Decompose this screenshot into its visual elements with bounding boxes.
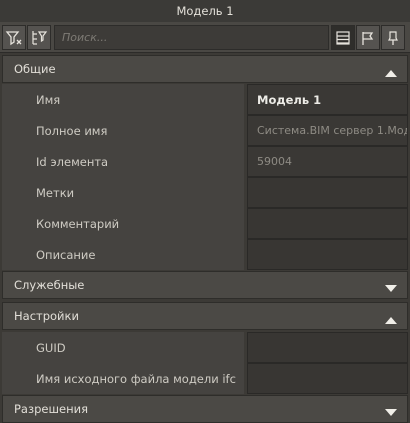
property-label: Id элемента — [36, 154, 109, 169]
section-service-header[interactable]: Служебные — [2, 271, 408, 299]
flag-button[interactable] — [356, 25, 380, 50]
property-label: Метки — [36, 185, 75, 200]
property-row-ifc-file: Имя исходного файла модели ifc — [2, 363, 408, 394]
property-row-element-id: Id элемента 59004 — [2, 146, 408, 177]
property-label: GUID — [36, 340, 66, 355]
filter-tree-icon — [30, 29, 48, 47]
property-value-full-name[interactable]: Система.BIM сервер 1.Мод — [247, 115, 408, 146]
collapse-arrow-icon — [385, 66, 397, 80]
search-field[interactable] — [54, 25, 329, 50]
property-row-full-name: Полное имя Система.BIM сервер 1.Мод — [2, 115, 408, 146]
pin-icon — [385, 30, 401, 46]
filter-icon — [5, 29, 23, 47]
property-value-guid[interactable] — [247, 332, 408, 363]
expand-arrow-icon — [385, 282, 397, 296]
section-title: Общие — [14, 62, 56, 76]
section-title: Разрешения — [14, 402, 88, 416]
search-input[interactable] — [62, 31, 328, 44]
property-value-comment[interactable] — [247, 208, 408, 239]
property-row-tags: Метки — [2, 177, 408, 208]
flag-icon — [360, 30, 376, 46]
property-label: Имя — [36, 92, 61, 107]
property-label: Комментарий — [36, 216, 120, 231]
property-value-name[interactable]: Модель 1 — [247, 84, 408, 115]
property-value-tags[interactable] — [247, 177, 408, 208]
pin-button[interactable] — [381, 25, 405, 50]
property-label: Имя исходного файла модели ifc — [36, 371, 236, 386]
section-title: Служебные — [14, 278, 85, 292]
expand-arrow-icon — [385, 406, 397, 420]
property-label: Полное имя — [36, 123, 108, 138]
property-value-element-id[interactable]: 59004 — [247, 146, 408, 177]
property-value-ifc-file[interactable] — [247, 363, 408, 394]
toolbar — [0, 22, 410, 53]
section-title: Настройки — [14, 309, 79, 323]
section-settings-header[interactable]: Настройки — [2, 302, 408, 330]
list-view-icon — [335, 30, 351, 46]
property-row-guid: GUID — [2, 332, 408, 363]
property-row-name: Имя Модель 1 — [2, 84, 408, 115]
section-permissions-header[interactable]: Разрешения — [2, 395, 408, 423]
property-row-description: Описание — [2, 239, 408, 270]
filter-tree-button[interactable] — [27, 25, 51, 50]
section-general-header[interactable]: Общие — [2, 55, 408, 83]
list-view-button[interactable] — [331, 25, 355, 50]
filter-button[interactable] — [2, 25, 26, 50]
property-label: Описание — [36, 247, 96, 262]
property-value-description[interactable] — [247, 239, 408, 270]
property-row-comment: Комментарий — [2, 208, 408, 239]
window-title: Модель 1 — [0, 0, 410, 22]
collapse-arrow-icon — [385, 313, 397, 327]
